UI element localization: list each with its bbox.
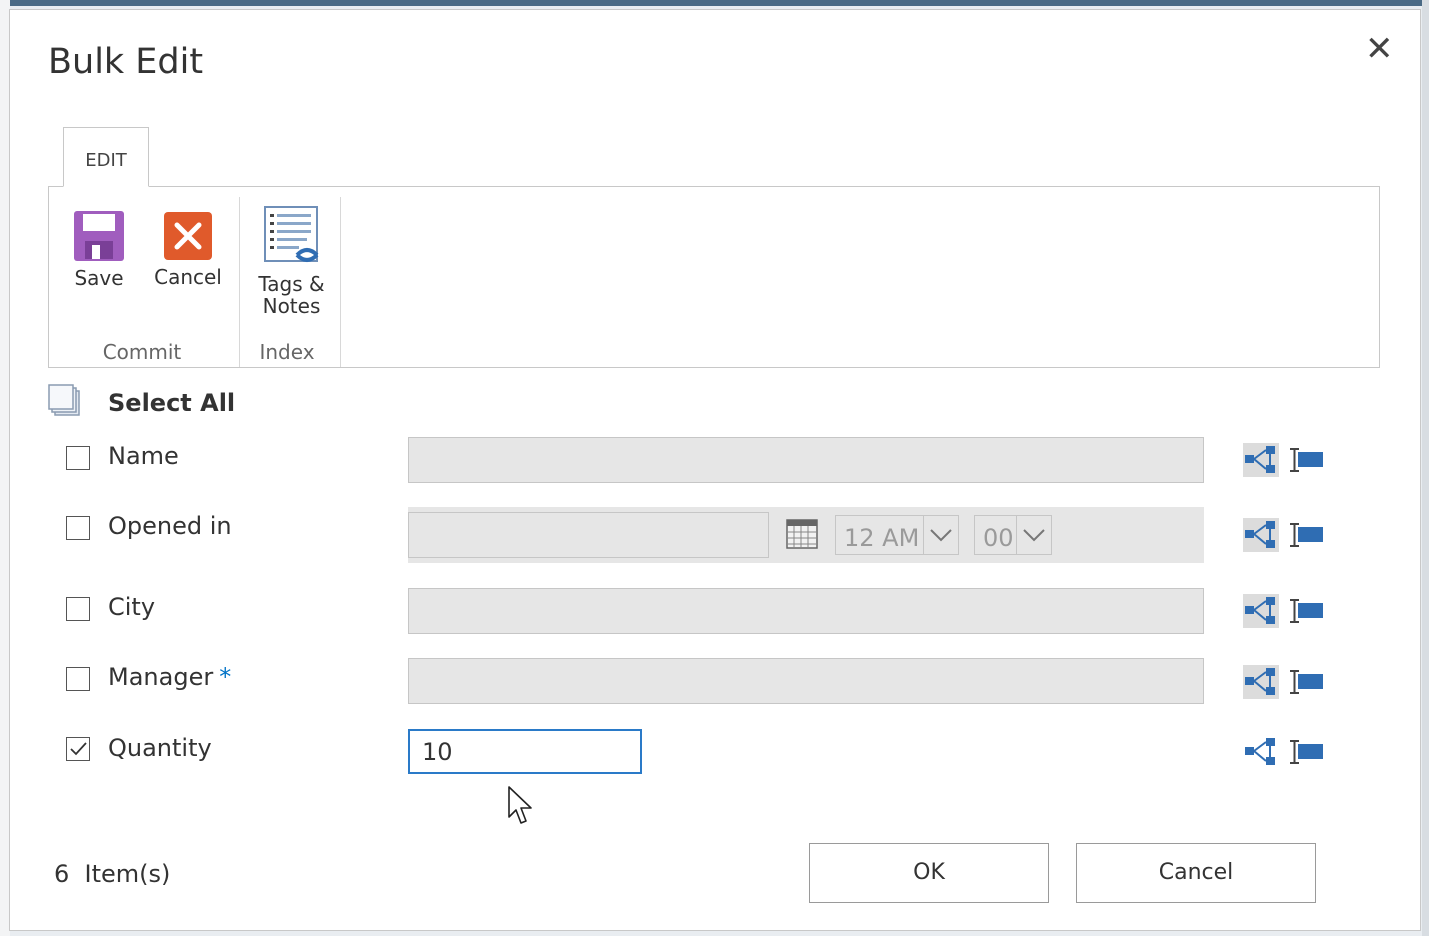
cancel-ribbon-button[interactable]: Cancel	[153, 209, 223, 288]
hour-select-value: 12 AM	[844, 524, 920, 552]
field-label-city: City	[108, 593, 156, 621]
tab-edit-label: EDIT	[85, 150, 127, 171]
cancel-button[interactable]: Cancel	[1076, 843, 1316, 903]
select-all-icon[interactable]	[48, 384, 82, 422]
bulk-edit-dialog: Bulk Edit ✕ EDIT Save Cancel Tags & Note…	[9, 9, 1421, 931]
ok-button[interactable]: OK	[809, 843, 1049, 903]
opened-in-date-input[interactable]	[408, 512, 769, 558]
opened-in-datetime: 12 AM 00	[408, 507, 1204, 563]
chevron-down-icon	[923, 516, 958, 554]
field-label-manager: Manager *	[108, 663, 231, 691]
backdrop-top-bar	[0, 0, 1429, 6]
group-index-label: Index	[259, 340, 315, 364]
workflow-icon[interactable]	[1243, 665, 1279, 699]
ribbon-separator	[340, 197, 341, 367]
row-icons-name	[1243, 443, 1323, 477]
tags-notes-icon	[263, 206, 318, 262]
tags-notes-label-line2: Notes	[262, 294, 321, 318]
mouse-cursor-icon	[508, 786, 532, 824]
column-settings-icon[interactable]	[1290, 448, 1323, 472]
city-input[interactable]	[408, 588, 1204, 634]
checkbox-city[interactable]	[66, 597, 90, 621]
dialog-title: Bulk Edit	[48, 42, 204, 82]
item-count-number: 6	[54, 860, 70, 888]
workflow-icon[interactable]	[1243, 594, 1279, 628]
required-marker: *	[219, 663, 232, 691]
close-icon[interactable]: ✕	[1365, 32, 1394, 66]
column-settings-icon[interactable]	[1290, 523, 1323, 547]
checkbox-name[interactable]	[66, 446, 90, 470]
chevron-down-icon	[1016, 516, 1051, 554]
select-all-label: Select All	[108, 389, 236, 417]
row-icons-manager	[1243, 665, 1323, 699]
row-icons-quantity	[1243, 735, 1323, 769]
field-label-opened-in: Opened in	[108, 512, 232, 540]
checkbox-manager[interactable]	[66, 667, 90, 691]
item-count: 6 Item(s)	[54, 860, 170, 888]
ribbon-separator	[239, 197, 240, 367]
save-button-label: Save	[74, 266, 124, 290]
workflow-icon[interactable]	[1245, 738, 1275, 765]
checkmark-icon	[70, 742, 87, 756]
save-button[interactable]: Save	[69, 209, 129, 289]
cancel-ribbon-button-label: Cancel	[154, 265, 222, 289]
checkbox-opened-in[interactable]	[66, 516, 90, 540]
column-settings-icon[interactable]	[1290, 599, 1323, 623]
field-label-name: Name	[108, 442, 179, 470]
minute-select-value: 00	[983, 524, 1014, 552]
workflow-icon[interactable]	[1243, 518, 1279, 552]
minute-select[interactable]: 00	[974, 515, 1052, 555]
checkbox-quantity[interactable]	[66, 737, 90, 761]
manager-input[interactable]	[408, 658, 1204, 704]
field-label-quantity: Quantity	[108, 734, 212, 762]
hour-select[interactable]: 12 AM	[835, 515, 959, 555]
save-floppy-icon	[74, 211, 124, 261]
workflow-icon[interactable]	[1243, 443, 1279, 477]
quantity-input[interactable]	[408, 729, 642, 774]
field-label-manager-text: Manager	[108, 663, 214, 691]
backdrop-right-strip	[1422, 0, 1429, 936]
name-input[interactable]	[408, 437, 1204, 483]
tab-edit[interactable]: EDIT	[63, 127, 149, 187]
tags-notes-label-line1: Tags &	[258, 272, 325, 296]
row-icons-city	[1243, 594, 1323, 628]
row-icons-opened-in	[1243, 518, 1323, 552]
column-settings-icon[interactable]	[1290, 740, 1323, 764]
cancel-x-icon	[164, 212, 212, 260]
item-count-label: Item(s)	[84, 860, 171, 888]
ribbon: Save Cancel Tags & Notes Commit Index	[48, 186, 1380, 368]
calendar-icon[interactable]	[786, 519, 818, 553]
column-settings-icon[interactable]	[1290, 670, 1323, 694]
tags-notes-button[interactable]: Tags & Notes	[254, 205, 329, 317]
group-commit-label: Commit	[102, 340, 182, 364]
